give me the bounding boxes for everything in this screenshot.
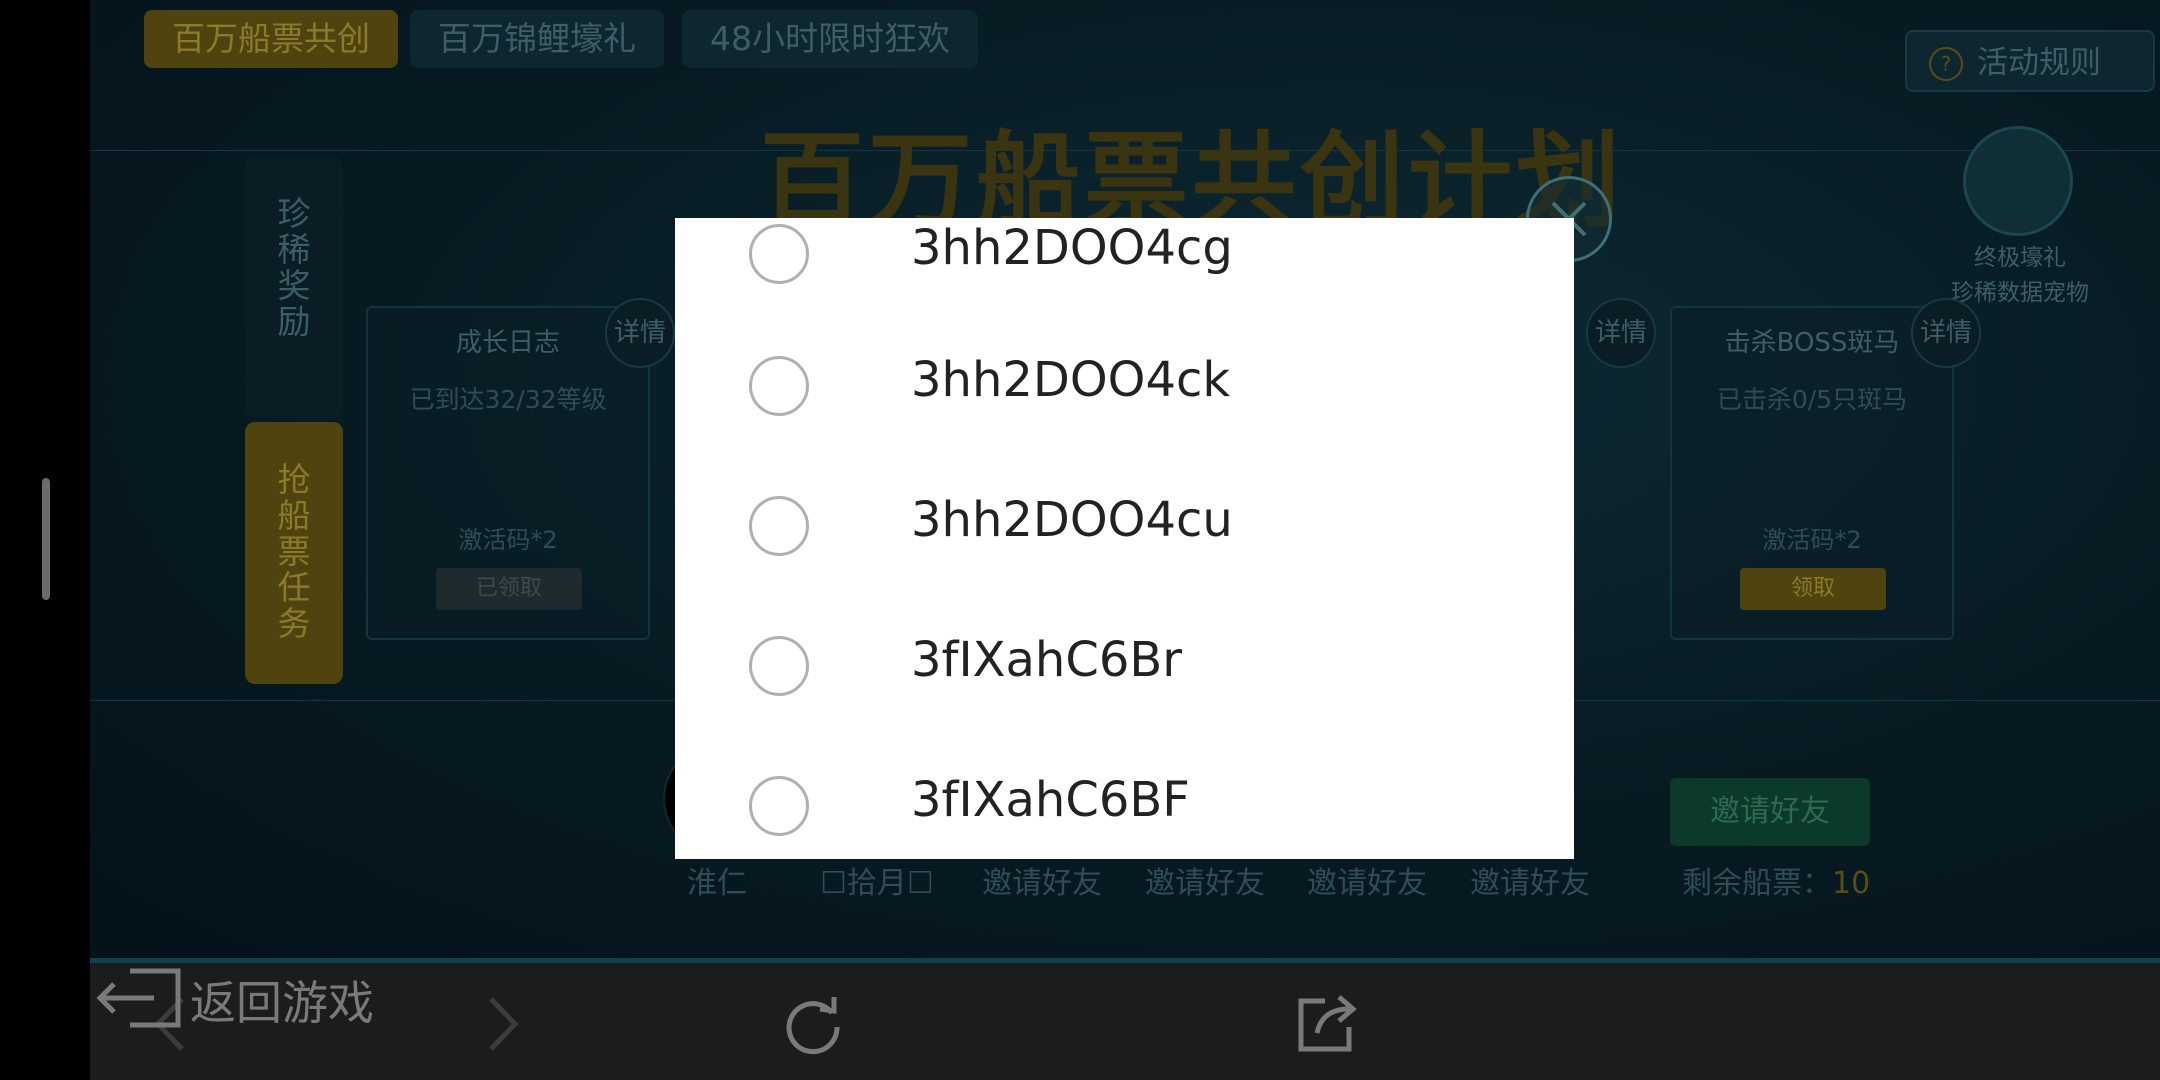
rare-pet-avatar[interactable]: [1963, 126, 2073, 236]
card-reward: 激活码*2: [1762, 526, 1862, 554]
side-drag-handle[interactable]: [42, 478, 50, 600]
pet-caption-top: 终极壕礼: [1974, 245, 2066, 271]
invite-slot[interactable]: 邀请好友: [982, 858, 1102, 902]
radio-button[interactable]: [749, 776, 809, 836]
friend-name: 淮仁: [687, 866, 747, 901]
invite-slot[interactable]: 邀请好友: [1470, 858, 1590, 902]
option-row[interactable]: 3hh2DOO4ck: [749, 340, 1549, 440]
side-tab-label: 抢船票任务: [277, 460, 311, 643]
invite-slot[interactable]: 邀请好友: [1307, 858, 1427, 902]
side-tab-rare-rewards[interactable]: 珍稀奖励: [245, 156, 343, 418]
invite-slot[interactable]: 邀请好友: [1145, 858, 1265, 902]
activity-rules-label: 活动规则: [1977, 45, 2101, 81]
reload-icon[interactable]: [780, 991, 846, 1057]
detail-button[interactable]: 详情: [1586, 298, 1656, 368]
question-icon: ?: [1929, 47, 1963, 81]
card-title: 击杀BOSS斑马: [1724, 328, 1900, 358]
card-status: 已击杀0/5只斑马: [1716, 385, 1908, 414]
option-label: 3hh2DOO4cg: [911, 220, 1233, 276]
radio-button[interactable]: [749, 356, 809, 416]
chevron-right-icon[interactable]: [467, 991, 533, 1057]
option-label: 3hh2DOO4ck: [911, 352, 1231, 408]
activity-rules-button[interactable]: ? 活动规则: [1905, 30, 2155, 92]
option-label: 3fIXahC6Br: [911, 632, 1183, 688]
detail-button[interactable]: 详情: [1911, 298, 1981, 368]
code-select-dialog: 3hh2DOO4cg 3hh2DOO4ck 3hh2DOO4cu 3fIXahC…: [675, 218, 1574, 859]
option-label: 3fIXahC6BF: [911, 772, 1190, 828]
radio-button[interactable]: [749, 224, 809, 284]
side-tab-ticket-tasks[interactable]: 抢船票任务: [245, 422, 343, 684]
claim-button[interactable]: 领取: [1740, 568, 1886, 610]
option-row[interactable]: 3fIXahC6Br: [749, 620, 1549, 720]
option-label: 3hh2DOO4cu: [911, 492, 1233, 548]
remaining-tickets: 剩余船票：10: [1682, 858, 1870, 902]
option-row[interactable]: 3fIXahC6BF: [749, 760, 1549, 859]
remaining-value: 10: [1832, 866, 1871, 901]
return-to-game-label: 返回游戏: [190, 976, 374, 1030]
radio-button[interactable]: [749, 636, 809, 696]
tab-ticket-cocreate[interactable]: 百万船票共创: [144, 10, 398, 68]
option-row[interactable]: 3hh2DOO4cg: [749, 218, 1549, 308]
exit-icon: [96, 968, 181, 1028]
friend-name: ☐拾月☐: [820, 866, 934, 901]
tab-koi-gift[interactable]: 百万锦鲤壕礼: [410, 10, 664, 68]
invite-friends-button[interactable]: 邀请好友: [1670, 778, 1870, 846]
claimed-button[interactable]: 已领取: [436, 568, 582, 610]
tab-48h-carnival[interactable]: 48小时限时狂欢: [682, 10, 978, 68]
detail-button[interactable]: 详情: [605, 298, 675, 368]
remaining-label: 剩余船票：: [1682, 866, 1832, 901]
share-icon[interactable]: [1295, 991, 1361, 1057]
side-tab-label: 珍稀奖励: [277, 194, 311, 341]
browser-toolbar: 返回游戏: [90, 963, 2160, 1080]
card-status: 已到达32/32等级: [409, 385, 607, 414]
card-reward: 激活码*2: [458, 526, 558, 554]
task-card-kill-zebra: 击杀BOSS斑马 已击杀0/5只斑马 激活码*2 领取: [1670, 306, 1954, 640]
return-to-game-button[interactable]: 返回游戏: [90, 963, 390, 1033]
task-card-growth-log: 成长日志 已到达32/32等级 激活码*2 已领取: [366, 306, 650, 640]
option-row[interactable]: 3hh2DOO4cu: [749, 480, 1549, 580]
radio-button[interactable]: [749, 496, 809, 556]
